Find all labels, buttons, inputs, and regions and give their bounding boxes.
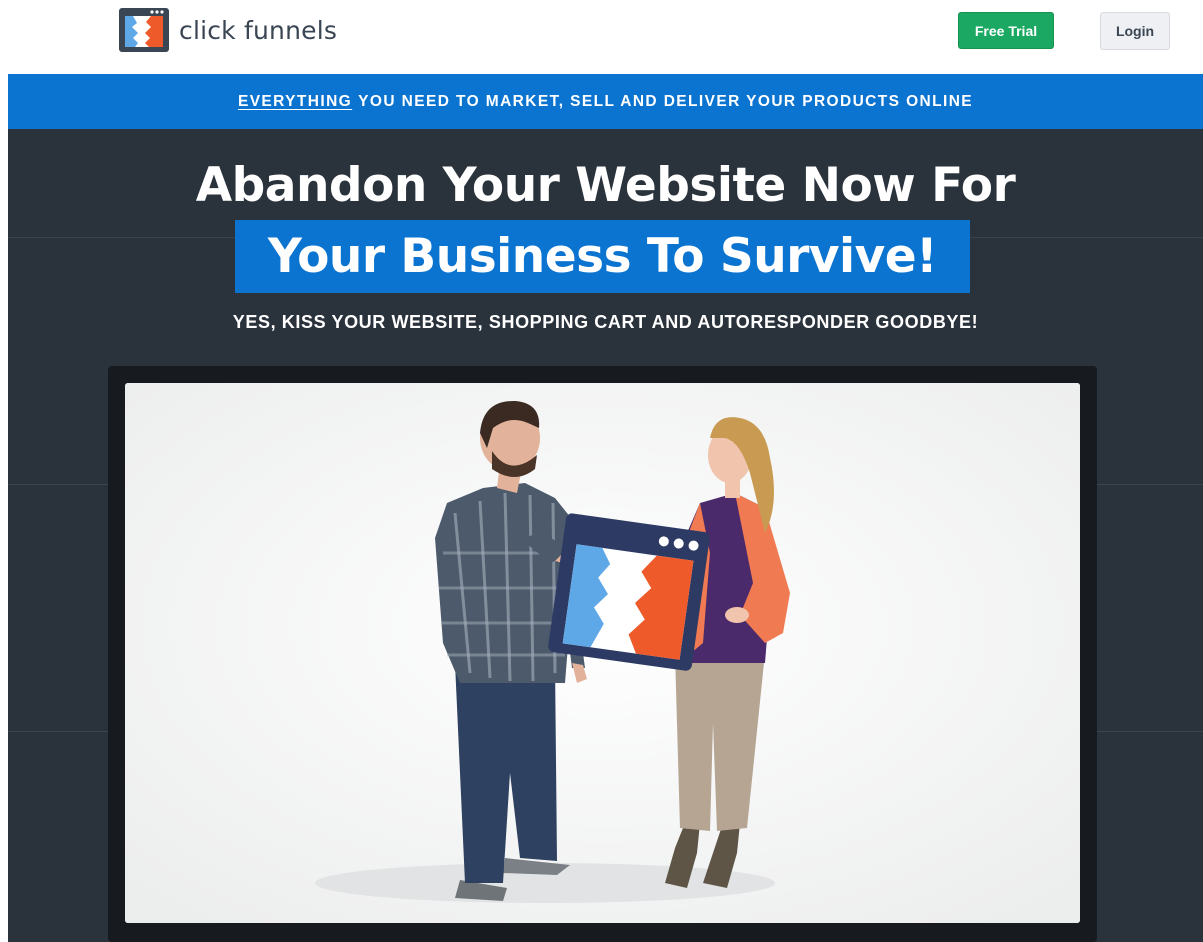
clickfunnels-logo-icon bbox=[119, 8, 169, 52]
banner-text: YOU NEED TO MARKET, SELL AND DELIVER YOU… bbox=[358, 92, 974, 110]
hero-section: Abandon Your Website Now For Your Busine… bbox=[8, 129, 1203, 942]
logo-board bbox=[548, 513, 710, 671]
brand-name: click funnels bbox=[179, 15, 338, 45]
free-trial-button[interactable]: Free Trial bbox=[958, 12, 1054, 49]
hero-headline: Abandon Your Website Now For bbox=[195, 158, 1016, 213]
brand-logo[interactable]: click funnels bbox=[118, 7, 337, 53]
banner-emphasis: EVERYTHING bbox=[237, 92, 353, 110]
video-scene-image bbox=[125, 383, 1080, 923]
hero-subheadline: YES, KISS YOUR WEBSITE, SHOPPING CART AN… bbox=[232, 312, 979, 332]
value-proposition-banner: EVERYTHING YOU NEED TO MARKET, SELL AND … bbox=[8, 74, 1203, 129]
hero-headline-highlight: Your Business To Survive! bbox=[235, 220, 970, 293]
hero-headline-highlighted-text: Your Business To Survive! bbox=[267, 229, 938, 284]
video-frame bbox=[108, 366, 1097, 942]
site-header: click funnels Free Trial Login bbox=[0, 0, 1203, 74]
video-player[interactable] bbox=[125, 383, 1080, 923]
login-button[interactable]: Login bbox=[1100, 12, 1170, 50]
